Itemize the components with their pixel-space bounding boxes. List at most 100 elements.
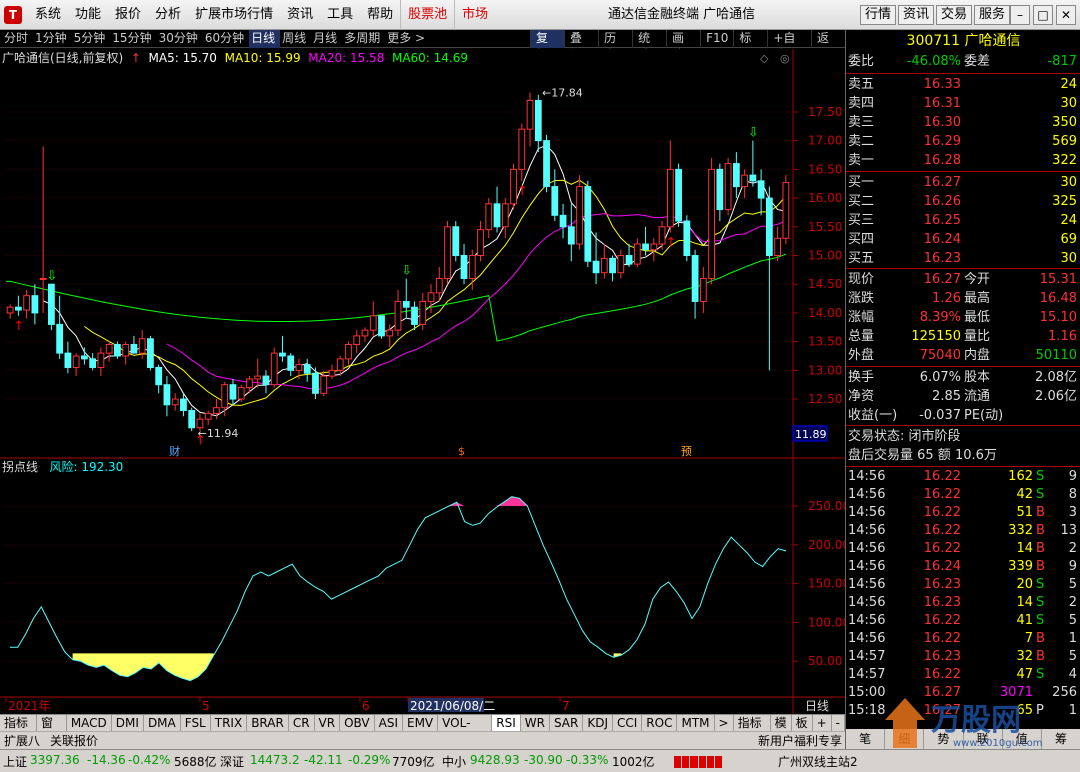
candle[interactable]: [543, 134, 550, 193]
indicator-tab-10[interactable]: OBV: [340, 715, 375, 732]
top-button-1[interactable]: 资讯: [898, 5, 935, 25]
indicator-tab-19[interactable]: ROC: [642, 715, 678, 732]
panel-tab-0[interactable]: 笔: [846, 729, 886, 749]
period-tab-0[interactable]: 分时: [2, 30, 33, 48]
indicator-tab-5[interactable]: FSL: [181, 715, 211, 732]
indicator-tab-15[interactable]: WR: [521, 715, 550, 732]
related-quotes-tab[interactable]: 关联报价: [50, 732, 98, 750]
candle[interactable]: [510, 163, 517, 210]
tool-button-4[interactable]: 画线: [666, 30, 700, 62]
candle[interactable]: [237, 384, 245, 402]
tool-button-5[interactable]: F10: [700, 30, 733, 48]
indicator-tab-9[interactable]: VR: [315, 715, 341, 732]
indicator-tab-6[interactable]: TRIX: [211, 715, 248, 732]
settings-icon[interactable]: ◎: [780, 52, 790, 65]
period-tab-10[interactable]: 更多 >: [385, 30, 430, 48]
period-tab-2[interactable]: 5分钟: [72, 30, 111, 48]
period-tab-9[interactable]: 多周期: [342, 30, 385, 48]
tool-button-8[interactable]: 返回: [811, 30, 845, 62]
candle[interactable]: [270, 347, 278, 388]
candle[interactable]: [378, 315, 385, 339]
candle[interactable]: [724, 157, 732, 216]
menu-item-5[interactable]: 资讯: [280, 0, 320, 30]
menu-item-8[interactable]: 股票池: [400, 0, 454, 30]
indicator-tab-24[interactable]: 板: [792, 715, 813, 732]
period-tab-7[interactable]: 周线: [280, 30, 311, 48]
period-tab-6[interactable]: 日线: [249, 30, 281, 48]
indicator-tab-13[interactable]: VOL-TDX: [438, 715, 493, 746]
indicator-tab-16[interactable]: SAR: [550, 715, 584, 732]
period-tab-3[interactable]: 15分钟: [110, 30, 156, 48]
candle[interactable]: [675, 163, 682, 227]
candle[interactable]: [782, 175, 790, 245]
candle[interactable]: [576, 175, 583, 250]
indicator-tab-11[interactable]: ASI: [375, 715, 403, 732]
candle[interactable]: [708, 157, 715, 285]
indicator-tab-22[interactable]: 指标B: [734, 715, 771, 746]
menu-item-2[interactable]: 报价: [108, 0, 148, 30]
period-tab-5[interactable]: 60分钟: [203, 30, 249, 48]
indicator-tab-4[interactable]: DMA: [144, 715, 181, 732]
panel-tab-3[interactable]: 联: [964, 729, 1003, 749]
indicator-tab-8[interactable]: CR: [289, 715, 315, 732]
top-button-2[interactable]: 交易: [936, 5, 973, 25]
candle[interactable]: [188, 407, 196, 432]
panel-tab-2[interactable]: 势: [924, 729, 964, 749]
menu-item-0[interactable]: 系统: [28, 0, 68, 30]
candle[interactable]: [48, 283, 55, 331]
event-marker-2[interactable]: 预: [681, 445, 692, 458]
menu-item-6[interactable]: 工具: [320, 0, 360, 30]
menu-item-7[interactable]: 帮助: [360, 0, 400, 30]
tool-button-3[interactable]: 统计: [632, 30, 666, 62]
indicator-tab-25[interactable]: +: [813, 715, 832, 732]
indicator-tab-7[interactable]: BRAR: [247, 715, 289, 732]
candle[interactable]: [683, 215, 691, 262]
indicator-tab-20[interactable]: MTM: [677, 715, 715, 732]
panel-tab-5[interactable]: 筹: [1042, 729, 1080, 749]
indicator-tab-0[interactable]: 指标A: [0, 715, 37, 746]
candle[interactable]: [584, 180, 592, 267]
indicator-tab-17[interactable]: KDJ: [583, 715, 613, 732]
candle[interactable]: [452, 221, 460, 262]
expand-icon[interactable]: ◇: [760, 52, 769, 65]
indicator-tab-26[interactable]: -: [832, 715, 845, 732]
menu-item-4[interactable]: 扩展市场行情: [188, 0, 280, 30]
event-marker-1[interactable]: $: [458, 445, 465, 458]
panel-tab-1[interactable]: 细: [885, 729, 925, 749]
candle-body: [510, 168, 517, 205]
period-tab-4[interactable]: 30分钟: [157, 30, 203, 48]
period-tab-1[interactable]: 1分钟: [33, 30, 72, 48]
menu-item-3[interactable]: 分析: [148, 0, 188, 30]
indicator-tab-18[interactable]: CCI: [613, 715, 643, 732]
indicator-tab-14[interactable]: RSI: [492, 715, 521, 732]
kline-chart[interactable]: 12.50 13.00 13.50 14.00 14.50 15.00 15.50 16.00…: [0, 49, 845, 714]
tool-button-6[interactable]: 标记: [733, 30, 767, 62]
ask-row: 卖五 16.33 24: [846, 75, 1080, 94]
menu-item-9[interactable]: 市场: [454, 0, 495, 30]
indicator-tab-1[interactable]: 窗口: [37, 715, 67, 746]
candle[interactable]: [147, 335, 154, 371]
indicator-tab-21[interactable]: >: [715, 715, 734, 732]
event-marker-0[interactable]: 财: [169, 444, 180, 458]
indicator-tab-23[interactable]: 模: [771, 715, 792, 732]
ext-tab-8[interactable]: 扩展八: [4, 732, 40, 750]
indicator-tab-2[interactable]: MACD: [67, 715, 112, 732]
close-icon[interactable]: ✕: [1056, 5, 1076, 25]
tool-button-7[interactable]: +自选: [767, 30, 811, 62]
tool-button-2[interactable]: 历史: [598, 30, 632, 62]
indicator-tab-3[interactable]: DMI: [112, 715, 144, 732]
tool-button-0[interactable]: 复权: [530, 30, 565, 62]
period-tab-8[interactable]: 月线: [311, 30, 342, 48]
candle[interactable]: [114, 341, 121, 359]
indicator-tab-12[interactable]: EMV: [403, 715, 439, 732]
tool-button-1[interactable]: 叠加: [564, 30, 598, 62]
maximize-icon[interactable]: □: [1033, 5, 1053, 25]
server-name[interactable]: 广州双线主站2: [778, 753, 858, 770]
top-button-3[interactable]: 服务: [974, 5, 1011, 25]
new-user-link[interactable]: 新用户福利专享: [758, 732, 842, 750]
minimize-icon[interactable]: –: [1010, 5, 1030, 25]
menu-item-1[interactable]: 功能: [68, 0, 108, 30]
panel-tab-4[interactable]: 值: [1003, 729, 1042, 749]
candle[interactable]: [444, 221, 451, 285]
top-button-0[interactable]: 行情: [860, 5, 897, 25]
